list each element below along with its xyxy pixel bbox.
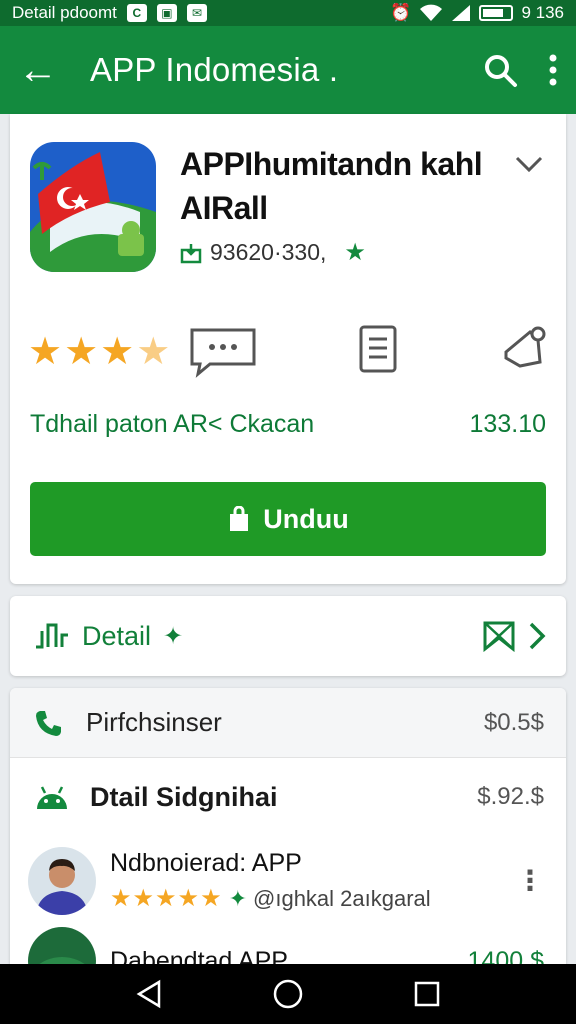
arrow-left-icon[interactable]: ← bbox=[18, 50, 66, 90]
notification-app-icon: ▣ bbox=[156, 4, 177, 22]
status-time: 9 136 bbox=[521, 3, 564, 22]
app-actions-row: ★ ★ ★ ★ bbox=[28, 322, 548, 382]
notification-c-icon: C bbox=[126, 4, 147, 22]
chevron-right-icon[interactable] bbox=[528, 621, 546, 651]
list-header-row[interactable]: Pirfchsinser $0.5$ bbox=[10, 688, 566, 758]
star-icon: ★ bbox=[28, 331, 63, 373]
list-card: Pirfchsinser $0.5$ Dtail Sidgnihai $.92.… bbox=[10, 688, 566, 995]
star-icon: ★ bbox=[100, 331, 135, 373]
rating-stars: ★ ★ ★ ★ bbox=[28, 333, 170, 371]
avatar bbox=[28, 847, 96, 915]
install-button[interactable]: Unduu bbox=[30, 482, 546, 556]
app-meta: 93620·330, ★ bbox=[180, 238, 366, 267]
more-vertical-icon[interactable]: ⋮ bbox=[516, 867, 544, 895]
star-icon: ★ bbox=[344, 239, 366, 266]
phone-icon bbox=[36, 710, 61, 736]
half-star-icon: ★ bbox=[136, 331, 171, 373]
download-count: 93620·330, bbox=[210, 239, 327, 265]
shopping-bag-icon bbox=[230, 506, 249, 531]
recents-square-icon[interactable] bbox=[413, 980, 441, 1008]
summary-row: Tdhail paton AR< Ckacan 133.10 bbox=[30, 410, 546, 439]
wifi-icon bbox=[420, 4, 443, 21]
summary-label: Tdhail paton AR< Ckacan bbox=[30, 410, 315, 438]
search-icon[interactable] bbox=[482, 52, 518, 88]
app-bar-title: APP Indomesia . bbox=[90, 51, 339, 88]
rating-stars: ★★★★★ bbox=[110, 885, 223, 912]
more-vertical-icon[interactable] bbox=[548, 53, 558, 87]
document-icon[interactable] bbox=[358, 324, 398, 374]
list-header-value: $0.5$ bbox=[483, 708, 544, 736]
list-section-row[interactable]: Dtail Sidgnihai $.92.$ bbox=[10, 762, 566, 832]
battery-icon bbox=[479, 5, 514, 21]
status-left-text: Detail pdoomt bbox=[12, 3, 117, 22]
back-triangle-icon[interactable] bbox=[135, 979, 163, 1009]
app-name-line2: AIRall bbox=[180, 190, 268, 226]
list-item[interactable]: Ndbnoierad: APP ★★★★★ ✦ @ıghkal 2aıkgara… bbox=[10, 836, 566, 926]
detail-label: Detail bbox=[82, 620, 152, 651]
summary-value: 133.10 bbox=[469, 410, 546, 438]
star-icon: ★ bbox=[64, 331, 99, 373]
android-icon bbox=[37, 786, 67, 809]
comment-icon[interactable] bbox=[188, 326, 258, 378]
signal-icon bbox=[452, 5, 471, 21]
home-circle-icon[interactable] bbox=[272, 978, 304, 1010]
alarm-icon: ⏰ bbox=[390, 3, 412, 22]
status-bar: Detail pdoomt C ▣ ✉ ⏰ 9 136 bbox=[0, 0, 576, 26]
notification-mail-icon: ✉ bbox=[186, 4, 207, 22]
app-icon bbox=[30, 142, 156, 272]
install-button-label: Unduu bbox=[263, 503, 349, 534]
list-header-label: Pirfchsinser bbox=[86, 707, 222, 737]
chevron-down-icon[interactable] bbox=[514, 154, 544, 174]
list-item-subtitle: @ıghkal 2aıkgaral bbox=[253, 885, 431, 911]
bookmark-flag-icon[interactable] bbox=[482, 620, 516, 652]
list-section-label: Dtail Sidgnihai bbox=[90, 781, 278, 812]
detail-card[interactable]: Detail ✦ bbox=[10, 596, 566, 676]
app-name-line1: APPIhumitandn kahl bbox=[180, 146, 483, 182]
sparkle-icon: ✦ bbox=[228, 885, 248, 911]
sparkle-icon: ✦ bbox=[163, 622, 184, 650]
app-info-card: APPIhumitandn kahl AIRall 93620·330, ★ ★… bbox=[10, 114, 566, 584]
app-bar: ← APP Indomesia . bbox=[0, 26, 576, 114]
download-count-icon bbox=[180, 243, 202, 263]
chart-bars-icon bbox=[36, 623, 68, 649]
share-icon[interactable] bbox=[500, 322, 548, 372]
list-section-value: $.92.$ bbox=[477, 783, 544, 810]
list-item-title: Ndbnoierad: APP bbox=[110, 849, 302, 877]
navigation-bar bbox=[0, 964, 576, 1024]
app-name: APPIhumitandn kahl AIRall bbox=[180, 142, 510, 230]
detail-row[interactable]: Detail ✦ bbox=[34, 596, 546, 676]
